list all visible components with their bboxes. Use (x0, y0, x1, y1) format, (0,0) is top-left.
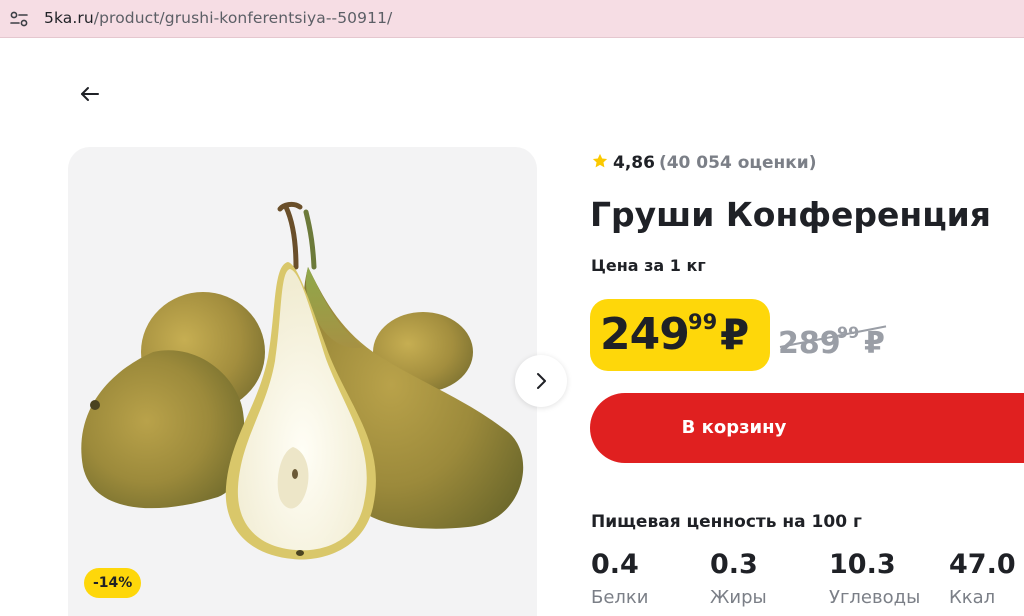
price-unit-label: Цена за 1 кг (591, 256, 706, 275)
add-to-cart-label: В корзину (681, 417, 787, 438)
price-rubles: 249 (600, 309, 690, 360)
nutrition-item-fat: 0.3 Жиры (710, 548, 767, 610)
nutrition-value: 0.4 (591, 549, 639, 580)
add-to-cart-button[interactable]: В корзину (590, 393, 1024, 463)
product-image-card: -14% (68, 147, 537, 616)
rating-score: 4,86 (613, 153, 655, 173)
tune-icon[interactable] (8, 8, 30, 30)
nutrition-value: 10.3 (829, 549, 896, 580)
url-host: 5ka.ru (44, 9, 94, 27)
address-bar: 5ka.ru/product/grushi-konferentsiya--509… (0, 0, 1024, 38)
arrow-left-icon (81, 87, 99, 101)
rating-count: (40 054 оценки) (658, 153, 817, 173)
url-path: /product/grushi-konferentsiya--50911/ (93, 9, 393, 27)
product-title: Груши Конференция (590, 195, 991, 234)
discount-badge: -14% (84, 568, 142, 598)
url-field[interactable]: 5ka.ru/product/grushi-konferentsiya--509… (44, 8, 392, 28)
nutrition-label: Углеводы (829, 587, 921, 608)
back-button[interactable] (76, 80, 104, 108)
old-price: 289 99 ₽ (778, 318, 893, 368)
nutrition-title: Пищевая ценность на 100 г (591, 512, 862, 532)
nutrition-value: 47.0 (949, 549, 1016, 580)
product-image (81, 201, 524, 560)
price-kopecks: 99 (688, 310, 718, 334)
nutrition-label: Жиры (710, 587, 767, 608)
nutrition-label: Белки (591, 587, 649, 608)
nutrition-item-carbs: 10.3 Углеводы (829, 548, 920, 610)
current-price: 249 99 ₽ (590, 299, 770, 371)
price-currency: ₽ (720, 310, 750, 359)
nutrition-label: Ккал (949, 587, 996, 608)
product-rating[interactable]: 4,86 (40 054 оценки) (591, 152, 816, 174)
nutrition-item-kcal: 47.0 Ккал (949, 548, 1016, 610)
nutrition-value: 0.3 (710, 549, 758, 580)
nutrition-item-protein: 0.4 Белки (591, 548, 649, 610)
star-icon (592, 153, 608, 168)
chevron-right-icon (537, 373, 546, 389)
